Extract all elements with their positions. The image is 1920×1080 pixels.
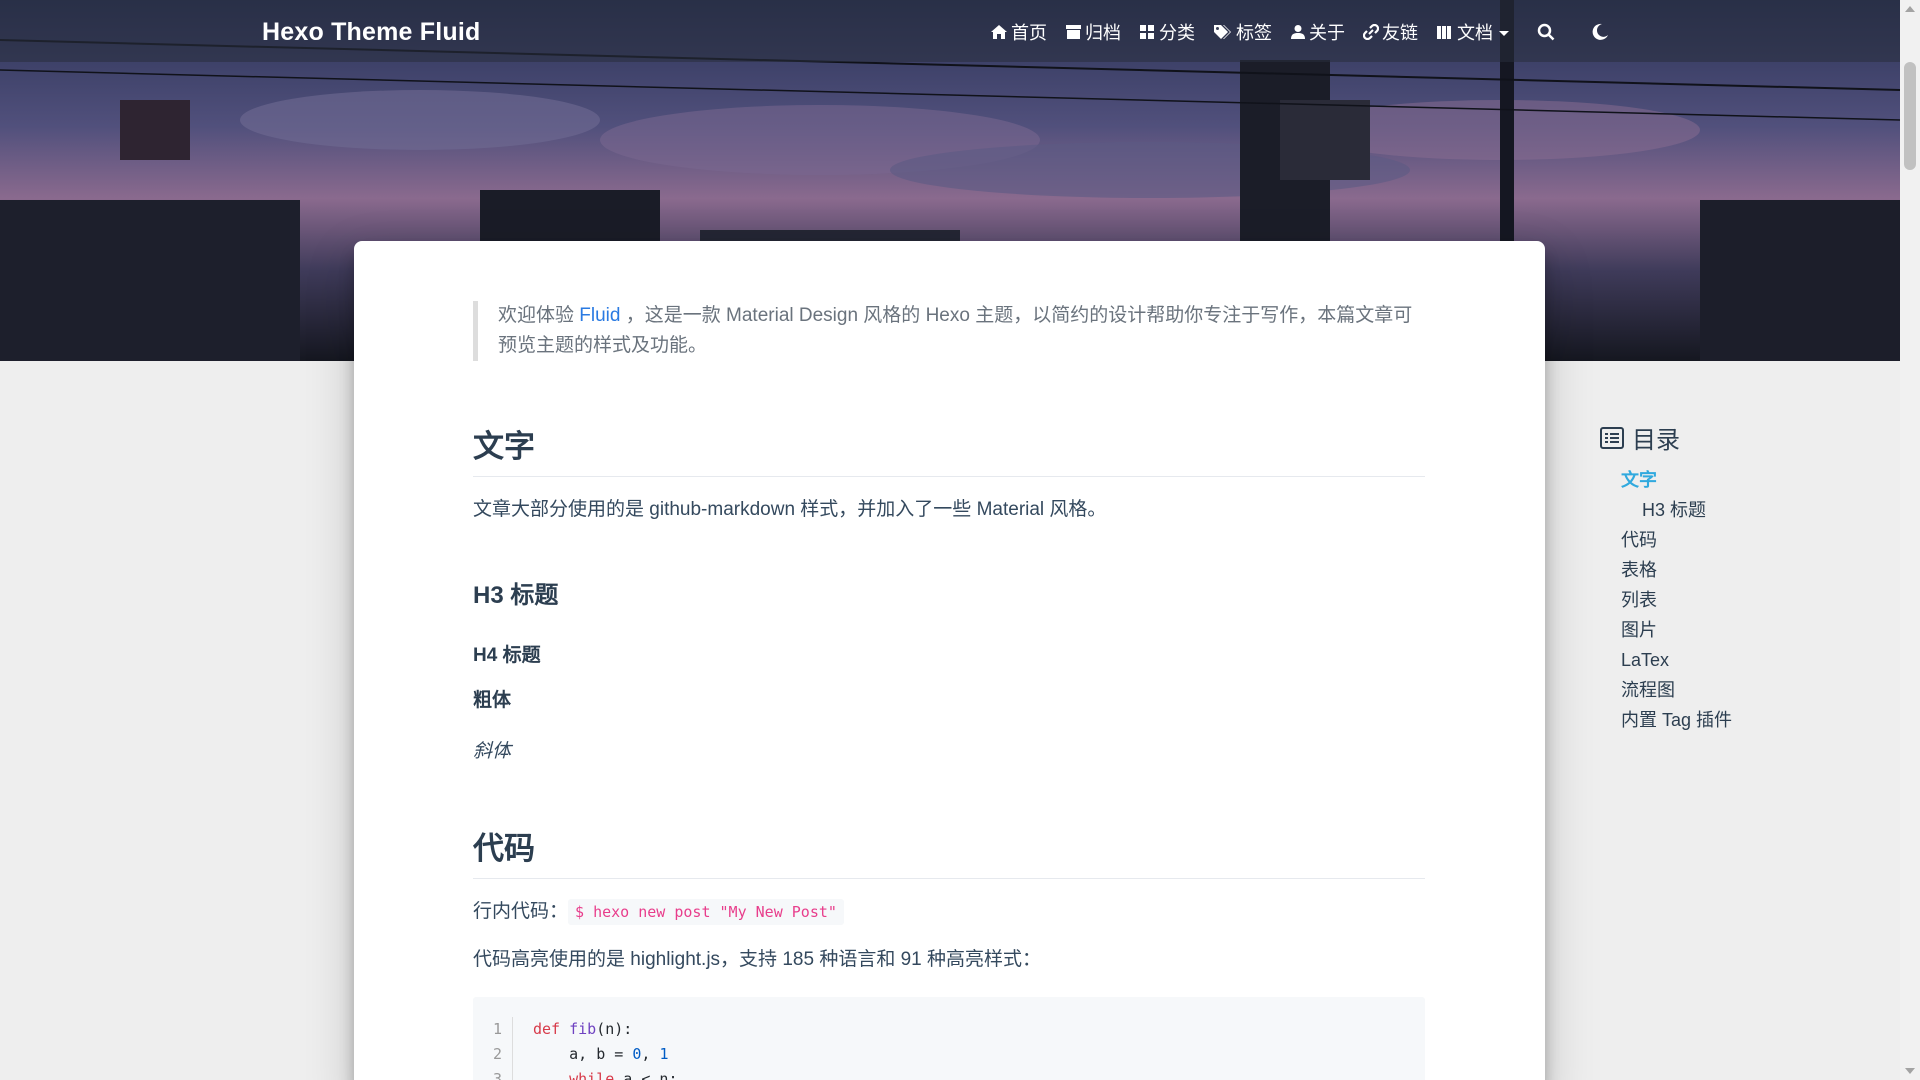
heading-h4: H4 标题: [473, 645, 541, 666]
quote-text: ，这是一款 Material Design 风格的 Hexo 主题，以简约的设计…: [498, 305, 1413, 356]
search-button[interactable]: [1537, 23, 1555, 41]
nav-item-tags[interactable]: 标签: [1213, 19, 1272, 45]
post-content: 欢迎体验 Fluid ，这是一款 Material Design 风格的 Hex…: [473, 301, 1425, 1080]
toc-item-list[interactable]: 列表: [1600, 585, 1732, 615]
table-of-contents: 目录 文字 H3 标题 代码 表格 列表 图片 LaTex 流程图 内置 Tag…: [1600, 420, 1732, 735]
nav-item-label: 标签: [1236, 23, 1272, 43]
line-number: 3: [492, 1070, 502, 1080]
moon-icon: [1592, 23, 1608, 40]
line-number: 2: [492, 1045, 502, 1063]
line-number: 1: [492, 1020, 502, 1038]
toc-title-label: 目录: [1632, 427, 1680, 454]
toc-item-image[interactable]: 图片: [1600, 615, 1732, 645]
navbar: Hexo Theme Fluid 首页 归档 分类 标签 关于 友链 文档: [0, 0, 1900, 62]
quote-text: 欢迎体验: [498, 305, 580, 326]
tag-icon: [1214, 25, 1231, 39]
nav-item-label: 友链: [1382, 23, 1418, 43]
code-block: 1 2 3 def fib(n): a, b = 0, 1 while a < …: [473, 997, 1425, 1080]
scrollbar-thumb[interactable]: [1904, 62, 1916, 170]
nav-menu: 首页 归档 分类 标签 关于 友链 文档: [990, 19, 1609, 45]
scroll-up-icon[interactable]: [1905, 6, 1915, 12]
chevron-down-icon: [1499, 30, 1509, 36]
inline-code-label: 行内代码：: [473, 901, 569, 922]
book-icon: [1437, 26, 1451, 39]
heading-code: 代码: [473, 823, 1425, 879]
toc-item-code[interactable]: 代码: [1600, 525, 1732, 555]
toc-item-text[interactable]: 文字: [1600, 465, 1732, 495]
fluid-link[interactable]: Fluid: [579, 305, 620, 326]
nav-item-archive[interactable]: 归档: [1065, 19, 1121, 45]
paragraph-text: 文章大部分使用的是 github-markdown 样式，并加入了一些 Mate…: [473, 499, 1107, 520]
toc-item-flowchart[interactable]: 流程图: [1600, 675, 1732, 705]
nav-item-links[interactable]: 友链: [1363, 19, 1418, 45]
nav-item-label: 关于: [1309, 23, 1345, 43]
nav-item-label: 归档: [1085, 23, 1121, 43]
intro-blockquote: 欢迎体验 Fluid ，这是一款 Material Design 风格的 Hex…: [473, 301, 1425, 361]
nav-item-about[interactable]: 关于: [1290, 19, 1345, 45]
heading-h3: H3 标题: [473, 582, 559, 609]
toc-item-latex[interactable]: LaTex: [1600, 645, 1732, 675]
highlight-paragraph: 代码高亮使用的是 highlight.js，支持 185 种语言和 91 种高亮…: [473, 949, 1042, 970]
home-icon: [991, 25, 1007, 39]
inline-code-paragraph: 行内代码： $ hexo new post "My New Post": [473, 897, 1425, 927]
category-icon: [1140, 25, 1154, 39]
search-icon: [1537, 23, 1555, 41]
site-brand[interactable]: Hexo Theme Fluid: [262, 18, 481, 47]
scrollbar[interactable]: [1900, 0, 1920, 1080]
heading-text: 文字: [473, 421, 1425, 477]
nav-item-home[interactable]: 首页: [990, 19, 1047, 45]
code-content: def fib(n): a, b = 0, 1 while a < n:: [533, 1020, 678, 1080]
toc-item-tag-plugins[interactable]: 内置 Tag 插件: [1600, 705, 1732, 735]
nav-item-label: 首页: [1011, 23, 1047, 43]
user-icon: [1291, 25, 1305, 39]
dark-mode-toggle[interactable]: [1591, 23, 1609, 41]
italic-text: 斜体: [473, 741, 512, 762]
bold-text: 粗体: [473, 690, 512, 711]
line-numbers: 1 2 3: [473, 1017, 513, 1080]
toc-title: 目录: [1600, 420, 1732, 455]
list-icon: [1600, 426, 1624, 449]
link-icon: [1363, 24, 1379, 40]
post-board: 欢迎体验 Fluid ，这是一款 Material Design 风格的 Hex…: [354, 241, 1545, 1080]
inline-code: $ hexo new post "My New Post": [568, 899, 844, 925]
archive-icon: [1066, 25, 1081, 39]
nav-item-label: 文档: [1457, 23, 1493, 43]
toc-item-h3[interactable]: H3 标题: [1600, 495, 1732, 525]
scroll-down-icon[interactable]: [1905, 1068, 1915, 1074]
nav-item-docs[interactable]: 文档: [1436, 19, 1509, 45]
nav-item-categories[interactable]: 分类: [1139, 19, 1195, 45]
toc-item-table[interactable]: 表格: [1600, 555, 1732, 585]
nav-item-label: 分类: [1159, 23, 1195, 43]
